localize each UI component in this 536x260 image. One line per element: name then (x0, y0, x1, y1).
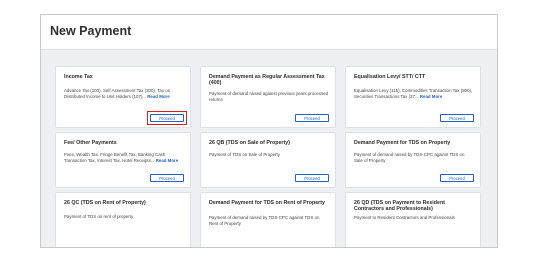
card-title: Demand Payment as Regular Assessment Tax… (209, 74, 325, 87)
read-more-link[interactable]: Read More (156, 158, 178, 163)
read-more-link[interactable]: Read More (420, 94, 442, 99)
card-title: Demand Payment for TDS on Property (354, 140, 451, 146)
card-description-text: Payment of demand raised by TDS-CPC agai… (209, 215, 320, 226)
card-description: Fees, Wealth Tax, Fringe Benefit Tax, Ba… (64, 152, 184, 163)
card-demand-payment-regular-assessment: Demand Payment as Regular Assessment Tax… (200, 66, 336, 128)
card-equalisation-levy: Equalisation Levy/ STT/ CTT Equalisation… (345, 66, 481, 128)
card-title: Fee/ Other Payments (64, 140, 117, 146)
card-26qb-tds-sale-property: 26 QB (TDS on Sale of Property) Payment … (200, 132, 336, 188)
card-description-text: Equalisation Levy (115), Commodities Tra… (354, 88, 473, 99)
card-title: Income Tax (64, 74, 93, 80)
card-demand-payment-tds-rent: Demand Payment for TDS on Rent of Proper… (200, 192, 336, 247)
card-title: 26 QD (TDS on Payment to Resident Contra… (354, 200, 445, 213)
card-title: 26 QC (TDS on Rent of Property) (64, 200, 146, 206)
card-title: Demand Payment for TDS on Rent of Proper… (209, 200, 325, 206)
card-description: Payment of demand raised against previou… (209, 91, 329, 102)
card-demand-payment-tds-property: Demand Payment for TDS on Property Payme… (345, 132, 481, 188)
card-description-text: Payment to Resident Contractors and Prof… (354, 215, 455, 220)
card-description: Payment of demand raised by TDS-CPC agai… (209, 215, 329, 226)
card-description-text: Payment of demand raised against previou… (209, 91, 329, 102)
page-header: New Payment (41, 15, 497, 50)
card-26qc-tds-rent-property: 26 QC (TDS on Rent of Property) Payment … (55, 192, 191, 247)
card-description-text: Payment of TDS on rent of property (64, 214, 134, 219)
proceed-button[interactable]: Proceed (150, 174, 184, 182)
card-description: Payment to Resident Contractors and Prof… (354, 215, 474, 221)
card-description: Payment of TDS on Sale of Property (209, 152, 329, 158)
proceed-button[interactable]: Proceed (440, 174, 474, 182)
page-title: New Payment (50, 24, 132, 38)
card-description-text: Payment of demand raised by TDS-CPC agai… (354, 152, 465, 163)
read-more-link[interactable]: Read More (147, 94, 169, 99)
proceed-button[interactable]: Proceed (295, 174, 329, 182)
card-income-tax: Income Tax Advance Tax (100), Self Asses… (55, 66, 191, 128)
proceed-button[interactable]: Proceed (295, 114, 329, 122)
card-26qd-tds-contractors: 26 QD (TDS on Payment to Resident Contra… (345, 192, 481, 247)
app-frame: New Payment Income Tax Advance Tax (100)… (40, 14, 498, 248)
card-description: Advance Tax (100), Self Assessment Tax (… (64, 88, 184, 99)
payment-options-grid: Income Tax Advance Tax (100), Self Asses… (41, 50, 497, 247)
card-title: 26 QB (TDS on Sale of Property) (209, 140, 290, 146)
card-description: Payment of demand raised by TDS-CPC agai… (354, 152, 474, 163)
card-title: Equalisation Levy/ STT/ CTT (354, 74, 426, 80)
card-description: Payment of TDS on rent of property (64, 214, 184, 220)
card-description: Equalisation Levy (115), Commodities Tra… (354, 88, 474, 99)
card-description-text: Payment of TDS on Sale of Property (209, 152, 280, 157)
proceed-highlight-box (147, 111, 187, 125)
card-description-text: Fees, Wealth Tax, Fringe Benefit Tax, Ba… (64, 152, 166, 163)
proceed-button[interactable]: Proceed (440, 114, 474, 122)
card-fee-other-payments: Fee/ Other Payments Fees, Wealth Tax, Fr… (55, 132, 191, 188)
